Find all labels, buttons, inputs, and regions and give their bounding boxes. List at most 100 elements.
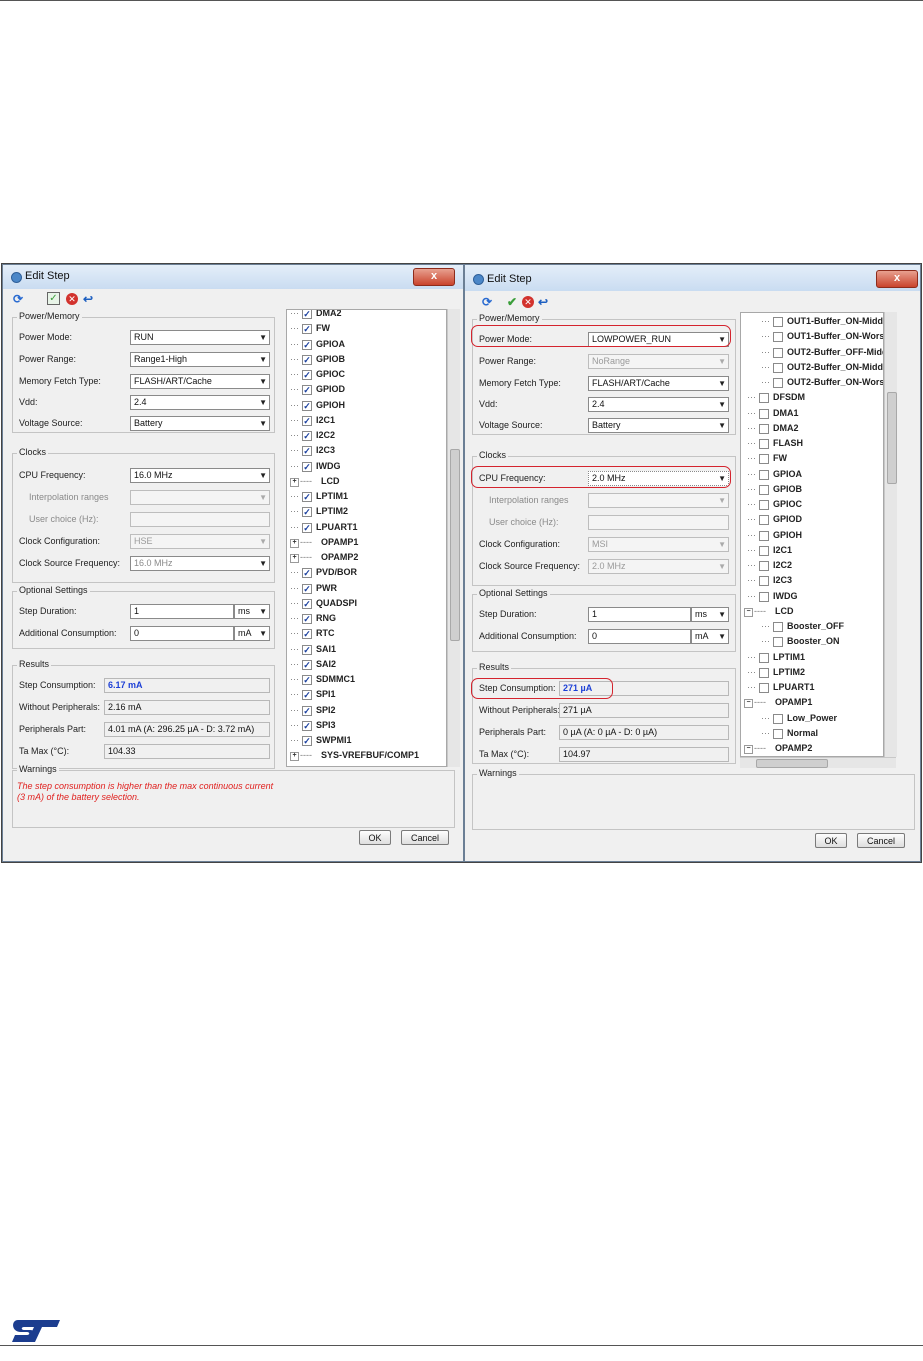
checkbox[interactable] xyxy=(759,454,769,465)
tree-item[interactable]: ··· OUT1-Buffer_ON-Worst_co xyxy=(741,331,883,346)
tree-item[interactable]: ··· ✓ LPTIM2 xyxy=(287,506,446,521)
vdd-select[interactable]: 2.4 ▼ xyxy=(130,395,270,410)
horizontal-scrollbar[interactable] xyxy=(740,757,896,768)
tree-item[interactable]: ··· FW xyxy=(741,453,883,468)
checkbox[interactable] xyxy=(759,439,769,449)
tree-item[interactable]: ··· DMA1 xyxy=(741,408,883,423)
checkbox[interactable] xyxy=(759,530,769,541)
checkbox[interactable]: ✓ xyxy=(302,431,312,441)
tree-item[interactable]: ··· LPTIM2 xyxy=(741,667,883,682)
tree-item[interactable]: ··· Booster_ON xyxy=(741,636,883,651)
scrollbar-thumb[interactable] xyxy=(756,759,828,768)
tree-item[interactable]: ··· LPUART1 xyxy=(741,682,883,697)
ok-button[interactable]: OK xyxy=(815,833,847,848)
checkbox[interactable]: ✓ xyxy=(302,690,312,701)
checkbox[interactable]: ✓ xyxy=(302,446,312,457)
cancel-button[interactable]: Cancel xyxy=(401,830,449,845)
check-icon[interactable]: ✔ xyxy=(505,295,519,309)
tree-item[interactable]: ··· I2C1 xyxy=(741,545,883,560)
memory-fetch-select[interactable]: FLASH/ART/Cache ▼ xyxy=(130,374,270,389)
stop-icon[interactable]: ✕ xyxy=(66,293,78,305)
checkbox[interactable]: ✓ xyxy=(302,675,312,685)
power-range-select[interactable]: Range1-High ▼ xyxy=(130,352,270,367)
tree-item[interactable]: ··· ✓ LPUART1 xyxy=(287,522,446,537)
checkbox[interactable]: ✓ xyxy=(302,644,312,655)
clock-source-select[interactable]: 16.0 MHz ▼ xyxy=(130,556,270,571)
tree-item[interactable]: ··· Low_Power xyxy=(741,713,883,728)
scrollbar-thumb[interactable] xyxy=(450,449,460,641)
checkbox[interactable] xyxy=(773,317,783,327)
checkbox[interactable] xyxy=(759,515,769,526)
tree-item[interactable]: ··· ✓ PWR xyxy=(287,583,446,598)
tree-item[interactable]: ··· ✓ I2C1 xyxy=(287,415,446,430)
checkbox[interactable] xyxy=(759,469,769,480)
tree-item[interactable]: ··· GPIOD xyxy=(741,514,883,529)
tree-item[interactable]: ··· I2C2 xyxy=(741,560,883,575)
checkbox[interactable]: ✓ xyxy=(302,354,312,365)
tree-item[interactable]: ··· ✓ SAI1 xyxy=(287,644,446,659)
tree-item[interactable]: ··· ✓ SAI2 xyxy=(287,659,446,674)
checkbox[interactable] xyxy=(759,561,769,571)
expand-toggle-icon[interactable]: + xyxy=(290,477,299,487)
refresh-icon[interactable]: ⟳ xyxy=(11,292,25,306)
checkbox[interactable] xyxy=(773,332,783,343)
tree-item[interactable]: ··· LPTIM1 xyxy=(741,652,883,667)
expand-toggle-icon[interactable]: + xyxy=(290,554,299,563)
cpu-frequency-select[interactable]: 16.0 MHz ▼ xyxy=(130,468,270,483)
checkbox[interactable] xyxy=(759,423,769,434)
checkbox[interactable]: ✓ xyxy=(302,659,312,670)
tree-item[interactable]: ··· GPIOA xyxy=(741,469,883,484)
expand-toggle-icon[interactable]: − xyxy=(744,699,753,709)
checkbox[interactable]: ✓ xyxy=(302,720,312,731)
checkbox[interactable] xyxy=(773,378,783,388)
checkbox[interactable] xyxy=(773,347,783,358)
tree-item[interactable]: ··· GPIOC xyxy=(741,499,883,514)
checkbox[interactable]: ✓ xyxy=(302,705,312,716)
validate-icon[interactable]: ✓ xyxy=(47,292,60,305)
tree-item[interactable]: ··· ✓ SPI1 xyxy=(287,689,446,704)
cancel-button[interactable]: Cancel xyxy=(857,833,905,848)
tree-item[interactable]: ··· ✓ FW xyxy=(287,323,446,338)
tree-item[interactable]: ··· OUT2-Buffer_ON-Worst_co xyxy=(741,377,883,392)
checkbox[interactable] xyxy=(759,683,769,693)
checkbox[interactable]: ✓ xyxy=(302,400,312,411)
tree-item[interactable]: + ---- OPAMP1 xyxy=(287,537,446,552)
checkbox[interactable]: ✓ xyxy=(302,339,312,350)
tree-item[interactable]: ··· OUT2-Buffer_OFF-Middle_c xyxy=(741,347,883,362)
checkbox[interactable] xyxy=(759,667,769,678)
checkbox[interactable] xyxy=(773,713,783,724)
tree-item[interactable]: ··· ✓ SDMMC1 xyxy=(287,674,446,689)
checkbox[interactable] xyxy=(773,362,783,373)
tree-item[interactable]: ··· Normal xyxy=(741,728,883,743)
checkbox[interactable]: ✓ xyxy=(302,736,312,746)
tree-item[interactable]: + ---- OPAMP2 xyxy=(287,552,446,567)
tree-item[interactable]: ··· FLASH xyxy=(741,438,883,453)
checkbox[interactable]: ✓ xyxy=(302,324,312,335)
scrollbar-thumb[interactable] xyxy=(887,392,897,484)
checkbox[interactable]: ✓ xyxy=(302,415,312,426)
memory-fetch-select[interactable]: FLASH/ART/Cache ▼ xyxy=(588,376,729,391)
tree-item[interactable]: ··· OUT1-Buffer_ON-Middle_c xyxy=(741,316,883,331)
checkbox[interactable]: ✓ xyxy=(302,629,312,640)
vertical-scrollbar[interactable] xyxy=(884,312,897,757)
expand-toggle-icon[interactable]: + xyxy=(290,752,299,762)
checkbox[interactable] xyxy=(773,622,783,632)
additional-consumption-unit-select[interactable]: mA ▼ xyxy=(234,626,270,641)
tree-item[interactable]: ··· Booster_OFF xyxy=(741,621,883,636)
tree-item[interactable]: ··· DMA2 xyxy=(741,423,883,438)
tree-item[interactable]: ··· GPIOH xyxy=(741,530,883,545)
voltage-source-select[interactable]: Battery ▼ xyxy=(588,418,729,433)
tree-item[interactable]: − ---- LCD xyxy=(741,606,883,621)
checkbox[interactable]: ✓ xyxy=(302,385,312,396)
tree-item[interactable]: ··· ✓ GPIOD xyxy=(287,384,446,399)
checkbox[interactable] xyxy=(759,652,769,663)
tree-item[interactable]: ··· ✓ RTC xyxy=(287,628,446,643)
checkbox[interactable]: ✓ xyxy=(302,507,312,518)
redo-arrow-icon[interactable]: ↩ xyxy=(81,292,95,306)
expand-toggle-icon[interactable]: + xyxy=(290,538,299,548)
checkbox[interactable] xyxy=(759,484,769,495)
expand-toggle-icon[interactable]: − xyxy=(744,607,753,617)
tree-item[interactable]: ··· I2C3 xyxy=(741,575,883,590)
checkbox[interactable]: ✓ xyxy=(302,461,312,472)
tree-item[interactable]: ··· IWDG xyxy=(741,591,883,606)
